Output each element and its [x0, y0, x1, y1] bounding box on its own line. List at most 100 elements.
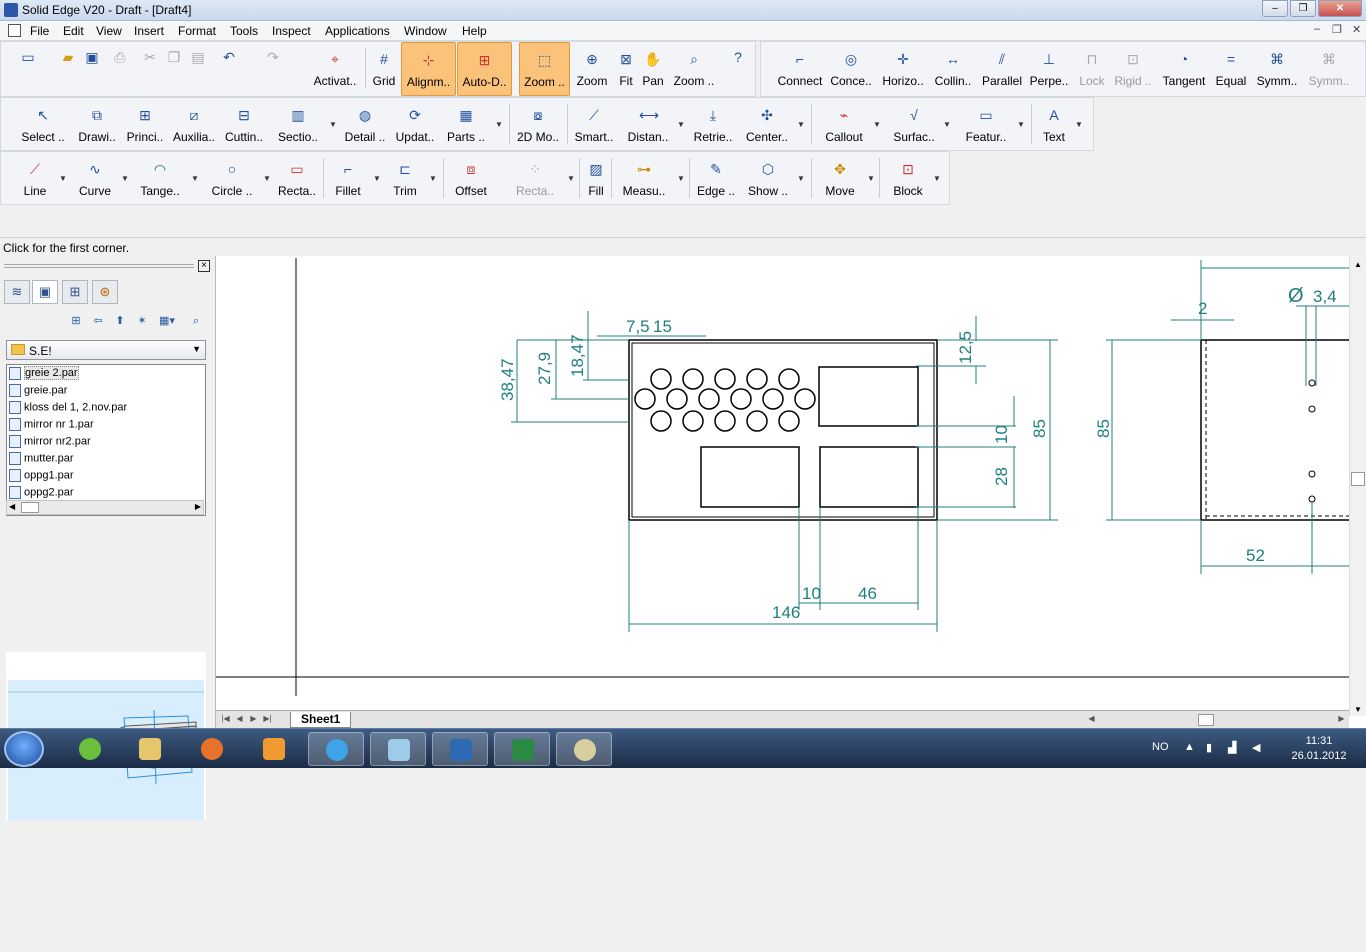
- menu-applications[interactable]: Applications: [325, 24, 390, 38]
- hole-circle[interactable]: [634, 388, 656, 410]
- menu-format[interactable]: Format: [178, 24, 216, 38]
- paste-button[interactable]: ▤: [187, 42, 209, 96]
- scroll-down-icon[interactable]: ▼: [1354, 705, 1362, 714]
- section-button[interactable]: ▥ Sectio..: [275, 98, 321, 152]
- language-indicator[interactable]: NO: [1152, 741, 1169, 753]
- help-button[interactable]: ?: [725, 42, 751, 96]
- fill-button[interactable]: ▨ Fill: [583, 152, 609, 206]
- copy-button[interactable]: ❐: [163, 42, 185, 96]
- menu-view[interactable]: View: [96, 24, 122, 38]
- dim-52[interactable]: 52: [1246, 546, 1265, 565]
- symmetric-axis-button[interactable]: ⌘ Symm..: [1305, 42, 1353, 96]
- update-button[interactable]: ⟳ Updat..: [391, 98, 439, 152]
- hole-circle[interactable]: [778, 368, 800, 390]
- panel-close-icon[interactable]: ×: [198, 260, 210, 272]
- zoom-button[interactable]: ⊕ Zoom: [573, 42, 611, 96]
- dim-12-5[interactable]: 12,5: [956, 331, 975, 364]
- scroll-right-icon[interactable]: ▶: [1336, 713, 1347, 725]
- alignment-button[interactable]: ⊹ Alignm..: [401, 42, 456, 96]
- hole-circle[interactable]: [794, 388, 816, 410]
- text-dropdown-icon[interactable]: ▼: [1075, 120, 1083, 129]
- diameter-symbol[interactable]: Ø: [1288, 285, 1304, 307]
- battery-icon[interactable]: ▮: [1206, 741, 1212, 754]
- menu-help[interactable]: Help: [462, 24, 487, 38]
- fit-button[interactable]: ⊠ Fit: [613, 42, 639, 96]
- taskbar-app[interactable]: [370, 732, 426, 766]
- search-icon[interactable]: ⌕: [186, 312, 206, 330]
- dim-15[interactable]: 15: [653, 317, 672, 336]
- view-mode-icon[interactable]: ▦▾: [154, 312, 180, 330]
- hole-circle[interactable]: [650, 368, 672, 390]
- dim-3-4[interactable]: 3,4: [1313, 287, 1337, 306]
- clock[interactable]: 11:31 26.01.2012: [1284, 734, 1354, 764]
- hole-circle[interactable]: [746, 410, 768, 432]
- list-item[interactable]: kloss del 1, 2.nov.par: [9, 401, 127, 418]
- dim-7-5[interactable]: 7,5: [626, 317, 650, 336]
- minimize-button[interactable]: –: [1262, 0, 1288, 17]
- taskbar-spotify[interactable]: [62, 732, 118, 766]
- taskbar-ie[interactable]: [308, 732, 364, 766]
- list-item[interactable]: mirror nr 1.par: [9, 418, 94, 435]
- feature-control-button[interactable]: ▭ Featur..: [959, 98, 1013, 152]
- document-icon[interactable]: [8, 24, 21, 37]
- print-button[interactable]: ⎙: [109, 42, 131, 96]
- scroll-left-icon[interactable]: ◀: [1086, 713, 1097, 725]
- offset-button[interactable]: ⧈ Offset: [449, 152, 493, 206]
- horizontal-scroll-thumb[interactable]: [1198, 714, 1214, 726]
- dim-85-front[interactable]: 85: [1030, 419, 1049, 438]
- tangent-arc-button[interactable]: ◠ Tange..: [137, 152, 183, 206]
- cut-button[interactable]: ✂: [139, 42, 161, 96]
- tangent-dropdown-icon[interactable]: ▼: [191, 174, 199, 183]
- dim-28[interactable]: 28: [992, 467, 1011, 486]
- drawing-view-button[interactable]: ⧉ Drawi..: [75, 98, 119, 152]
- doc-restore-button[interactable]: ❐: [1332, 23, 1342, 36]
- move-dropdown-icon[interactable]: ▼: [867, 174, 875, 183]
- next-sheet-icon[interactable]: ▶: [248, 713, 259, 725]
- start-button[interactable]: [4, 731, 44, 767]
- folder-select[interactable]: S.E! ▼: [6, 340, 206, 360]
- trim-dropdown-icon[interactable]: ▼: [429, 174, 437, 183]
- zoom-area-button[interactable]: ⬚ Zoom ..: [519, 42, 570, 96]
- surface-dropdown-icon[interactable]: ▼: [943, 120, 951, 129]
- surface-texture-button[interactable]: √ Surfac..: [889, 98, 939, 152]
- line-dropdown-icon[interactable]: ▼: [59, 174, 67, 183]
- hole-circle[interactable]: [650, 410, 672, 432]
- undo-button[interactable]: ↶: [217, 42, 241, 96]
- curve-dropdown-icon[interactable]: ▼: [121, 174, 129, 183]
- up-folder-icon[interactable]: ⬆: [110, 312, 130, 330]
- new-folder-icon[interactable]: ✶: [132, 312, 152, 330]
- tab-symbols[interactable]: ⊛: [92, 280, 118, 304]
- show-hidden-icons-icon[interactable]: ▲: [1184, 741, 1195, 753]
- cutting-plane-button[interactable]: ⊟ Cuttin..: [221, 98, 267, 152]
- menu-insert[interactable]: Insert: [134, 24, 164, 38]
- drawing-sheet[interactable]: 7,5 15 38,47 27,9 18,47 12,5 10 85 28 10…: [216, 256, 1366, 728]
- list-item[interactable]: greie.par: [9, 384, 67, 401]
- parts-list-button[interactable]: ▦ Parts ..: [443, 98, 489, 152]
- hole-circle[interactable]: [746, 368, 768, 390]
- last-sheet-icon[interactable]: ▶|: [262, 713, 273, 725]
- distance-dropdown-icon[interactable]: ▼: [677, 120, 685, 129]
- close-button[interactable]: ✕: [1318, 0, 1362, 17]
- hole-circle[interactable]: [778, 410, 800, 432]
- hole-circle[interactable]: [714, 368, 736, 390]
- back-icon[interactable]: ⇦: [88, 312, 108, 330]
- rigid-button[interactable]: ⊡ Rigid ..: [1111, 42, 1155, 96]
- dim-2[interactable]: 2: [1198, 299, 1207, 318]
- taskbar-excel[interactable]: [494, 732, 550, 766]
- circle-button[interactable]: ○ Circle ..: [207, 152, 257, 206]
- list-item[interactable]: mirror nr2.par: [9, 435, 91, 452]
- hole-circle[interactable]: [682, 368, 704, 390]
- hole-circle[interactable]: [762, 388, 784, 410]
- panel-grip[interactable]: [4, 264, 194, 268]
- hole-circle[interactable]: [666, 388, 688, 410]
- scroll-up-icon[interactable]: ▲: [1354, 260, 1362, 269]
- detail-button[interactable]: ◍ Detail ..: [341, 98, 389, 152]
- auto-dimension-button[interactable]: ⊞ Auto-D..: [457, 42, 512, 96]
- text-button[interactable]: A Text: [1037, 98, 1071, 152]
- retrieve-button[interactable]: ⤓ Retrie..: [691, 98, 735, 152]
- select-button[interactable]: ↖ Select ..: [19, 98, 67, 152]
- tangent-button[interactable]: ◔ Tangent: [1159, 42, 1209, 96]
- zoom-previous-button[interactable]: ⌕ Zoom ..: [669, 42, 719, 96]
- vertical-scrollbar[interactable]: ▲ ▼: [1349, 256, 1366, 716]
- auxiliary-view-button[interactable]: ⧄ Auxilia..: [171, 98, 217, 152]
